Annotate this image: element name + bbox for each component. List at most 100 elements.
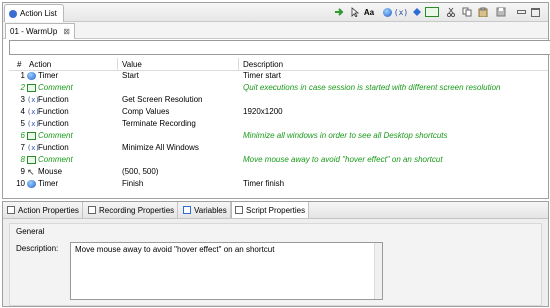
filter-input[interactable] xyxy=(9,40,550,55)
action-list-icon xyxy=(9,9,17,18)
tab-variables[interactable]: Variables xyxy=(180,202,231,218)
row-action: Function xyxy=(38,95,69,104)
header-num[interactable]: # xyxy=(17,59,21,70)
timer-icon xyxy=(27,72,36,80)
row-number: 10 xyxy=(16,179,25,188)
row-action: Mouse xyxy=(38,167,63,176)
table-row[interactable]: 3 (x) Function Get Screen Resolution xyxy=(9,94,548,106)
table-row[interactable]: 6 Comment Minimize all windows in order to… xyxy=(9,130,548,142)
header-description[interactable]: Description xyxy=(243,59,283,70)
maximize-icon[interactable] xyxy=(529,6,541,18)
tab-label: Variables xyxy=(194,205,227,215)
table-row[interactable]: 9 ↖ Mouse (500, 500) xyxy=(9,166,548,178)
tab-label: Script Properties xyxy=(246,205,306,215)
row-action: Function xyxy=(38,143,69,152)
row-number: 1 xyxy=(20,71,25,80)
tab-recording-properties[interactable]: Recording Properties xyxy=(85,202,179,218)
row-number: 4 xyxy=(20,107,25,116)
row-action: Timer xyxy=(38,179,59,188)
editor-tab-warmup[interactable]: 01 - WarmUp ⊠ xyxy=(5,23,75,39)
row-value: Comp Values xyxy=(122,107,170,116)
comment-icon[interactable] xyxy=(425,6,439,18)
row-action: Comment xyxy=(38,155,73,164)
header-action[interactable]: Action xyxy=(29,59,51,70)
row-number: 5 xyxy=(20,119,25,128)
action-list-tab[interactable]: Action List xyxy=(4,4,64,22)
description-label: Description: xyxy=(16,244,59,253)
table-row[interactable]: 4 (x) Function Comp Values 1920x1200 xyxy=(9,106,548,118)
function-icon: (x) xyxy=(27,120,40,128)
tab-action-properties[interactable]: Action Properties xyxy=(4,202,83,218)
row-action: Comment xyxy=(38,131,73,140)
minimize-icon[interactable] xyxy=(515,6,527,18)
row-number: 3 xyxy=(20,95,25,104)
tab-script-properties[interactable]: Script Properties xyxy=(231,202,310,218)
description-text: Move mouse away to avoid "hover effect" … xyxy=(75,245,275,254)
column-divider xyxy=(238,58,239,70)
run-icon[interactable] xyxy=(333,6,345,18)
function-icon[interactable]: (x) xyxy=(394,6,408,18)
table-row[interactable]: 7 (x) Function Minimize All Windows xyxy=(9,142,548,154)
record-icon[interactable] xyxy=(381,6,393,18)
row-number: 7 xyxy=(20,143,25,152)
script-properties-icon xyxy=(235,206,243,214)
row-value: (500, 500) xyxy=(122,167,159,176)
diamond-icon[interactable] xyxy=(411,6,423,18)
row-description: Timer start xyxy=(243,71,281,80)
editor-tab-title: 01 - WarmUp xyxy=(10,27,58,36)
properties-tab-bar: Action Properties Recording Properties V… xyxy=(3,202,548,219)
properties-view: Action Properties Recording Properties V… xyxy=(2,201,549,307)
row-description: Quit executions in case session is start… xyxy=(243,83,501,92)
table-row[interactable]: 5 (x) Function Terminate Recording xyxy=(9,118,548,130)
action-list-title: Action List xyxy=(20,9,57,18)
table-row[interactable]: 8 Comment Move mouse away to avoid "hover … xyxy=(9,154,548,166)
action-list-view: Action List Aa (x) 01 - WarmUp ⊠ # Actio… xyxy=(2,2,550,199)
comment-icon xyxy=(27,156,36,164)
comment-icon xyxy=(27,84,36,92)
timer-icon xyxy=(27,180,36,188)
tab-label: Action Properties xyxy=(18,205,79,215)
editor-tab-bar: 01 - WarmUp ⊠ xyxy=(3,22,548,39)
function-icon: (x) xyxy=(27,144,40,152)
column-divider xyxy=(117,58,118,70)
row-value: Minimize All Windows xyxy=(122,143,199,152)
close-icon[interactable]: ⊠ xyxy=(63,27,70,36)
comment-icon xyxy=(27,132,36,140)
row-number: 8 xyxy=(20,155,25,164)
paste-icon[interactable] xyxy=(477,6,489,18)
row-action: Comment xyxy=(38,83,73,92)
general-group-title: General xyxy=(16,227,45,236)
copy-icon[interactable] xyxy=(461,6,473,18)
disk-icon[interactable] xyxy=(495,6,507,18)
recording-properties-icon xyxy=(88,206,96,214)
cut-icon[interactable] xyxy=(445,6,457,18)
tab-label: Recording Properties xyxy=(99,205,175,215)
general-group: General Description: Move mouse away to … xyxy=(9,223,542,306)
row-value: Get Screen Resolution xyxy=(122,95,203,104)
row-action: Function xyxy=(38,107,69,116)
description-scrollbar[interactable] xyxy=(374,243,382,299)
pointer-icon[interactable] xyxy=(349,6,361,18)
table-row[interactable]: 1 Timer Start Timer start xyxy=(9,70,548,82)
variables-icon xyxy=(183,206,191,214)
row-value: Start xyxy=(122,71,139,80)
mouse-pointer-icon: ↖ xyxy=(27,167,35,177)
row-action: Function xyxy=(38,119,69,128)
function-icon: (x) xyxy=(27,96,40,104)
row-value: Finish xyxy=(122,179,144,188)
function-icon: (x) xyxy=(27,108,40,116)
row-action: Timer xyxy=(38,71,59,80)
table-row[interactable]: 10 Timer Finish Timer finish xyxy=(9,178,548,190)
row-description: Move mouse away to avoid "hover effect" … xyxy=(243,155,443,164)
row-value: Terminate Recording xyxy=(122,119,196,128)
table-row[interactable]: 2 Comment Quit executions in case session … xyxy=(9,82,548,94)
text-aa-icon[interactable]: Aa xyxy=(363,6,375,18)
header-value[interactable]: Value xyxy=(122,59,142,70)
row-description: Minimize all windows in order to see all… xyxy=(243,131,448,140)
row-description: 1920x1200 xyxy=(243,107,283,116)
view-tab-bar: Action List Aa (x) xyxy=(3,3,548,22)
description-field[interactable]: Move mouse away to avoid "hover effect" … xyxy=(70,242,383,300)
row-number: 2 xyxy=(20,83,25,92)
row-number: 6 xyxy=(20,131,25,140)
row-description: Timer finish xyxy=(243,179,285,188)
